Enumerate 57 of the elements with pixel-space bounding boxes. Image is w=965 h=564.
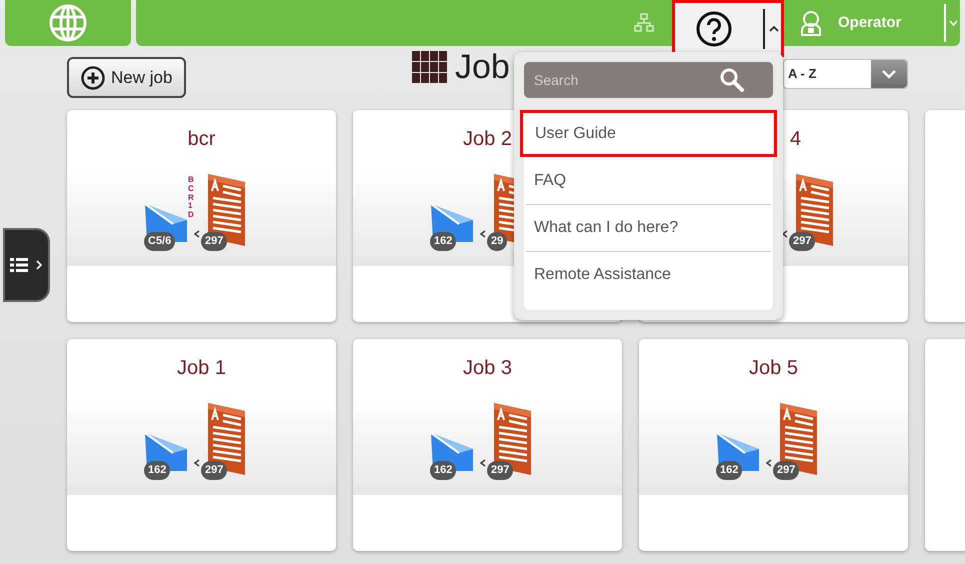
job-card[interactable]: bcr C5/6 297 BCR 1D <box>67 110 336 322</box>
document-icon <box>777 403 819 475</box>
job-title: Job 3 <box>463 356 512 381</box>
job-title: bcr <box>188 127 216 152</box>
less-than-icon <box>480 459 486 467</box>
help-menu-item[interactable]: What can I do here? <box>526 204 771 251</box>
document-icon <box>491 403 533 475</box>
less-than-icon <box>766 459 772 467</box>
job-title: Job 2 <box>463 127 512 152</box>
help-menu-item[interactable]: User Guide <box>520 110 777 157</box>
document-count: 297 <box>773 461 800 480</box>
job-title: Job 1 <box>177 356 226 381</box>
document-count: 297 <box>487 461 514 480</box>
job-card[interactable]: Job 1 162 297 <box>67 339 336 551</box>
side-panel-tab[interactable] <box>3 228 50 302</box>
list-icon <box>10 258 28 272</box>
envelope-count: 162 <box>430 461 456 480</box>
caret-icon <box>882 70 896 78</box>
help-menu-item[interactable]: Remote Assistance <box>526 251 771 298</box>
envelope-count: C5/6 <box>144 232 176 250</box>
new-job-button[interactable]: New job <box>67 57 186 98</box>
sort-dropdown[interactable]: A - Z <box>783 59 908 89</box>
envelope-count: 162 <box>144 461 170 480</box>
user-name: Operator <box>838 12 902 33</box>
job-card[interactable]: Job 5 162 297 <box>639 339 908 551</box>
caret-icon <box>769 24 779 32</box>
user-menu-button[interactable] <box>944 4 960 42</box>
document-count: 297 <box>201 461 228 480</box>
less-than-icon <box>194 230 200 238</box>
envelope-count: 162 <box>430 232 456 250</box>
plus-icon <box>81 66 105 90</box>
globe-icon <box>48 3 88 43</box>
barcode-label: BCR 1D <box>188 176 195 220</box>
grid-icon <box>412 51 447 83</box>
job-title: 4 <box>790 127 802 152</box>
document-icon <box>205 174 247 246</box>
search-icon <box>719 67 745 93</box>
job-card[interactable]: Job 3 162 297 <box>353 339 622 551</box>
envelope-count: 162 <box>716 461 742 480</box>
document-icon <box>793 174 835 246</box>
document-count: 297 <box>789 232 816 250</box>
document-icon <box>205 403 247 475</box>
page-title: Job <box>455 50 510 84</box>
search-field[interactable]: Search <box>524 62 773 98</box>
less-than-icon <box>194 459 200 467</box>
help-button[interactable] <box>672 0 784 57</box>
caret-icon <box>948 20 958 26</box>
less-than-icon <box>782 230 788 238</box>
home-button[interactable] <box>5 0 131 46</box>
network-icon <box>634 13 654 33</box>
help-icon <box>695 10 733 48</box>
document-count: 297 <box>201 232 228 250</box>
less-than-icon <box>480 230 486 238</box>
user-icon <box>800 10 822 36</box>
document-count: 29 <box>487 232 508 250</box>
job-title: Job 5 <box>749 356 798 381</box>
chevron-icon <box>36 260 43 270</box>
